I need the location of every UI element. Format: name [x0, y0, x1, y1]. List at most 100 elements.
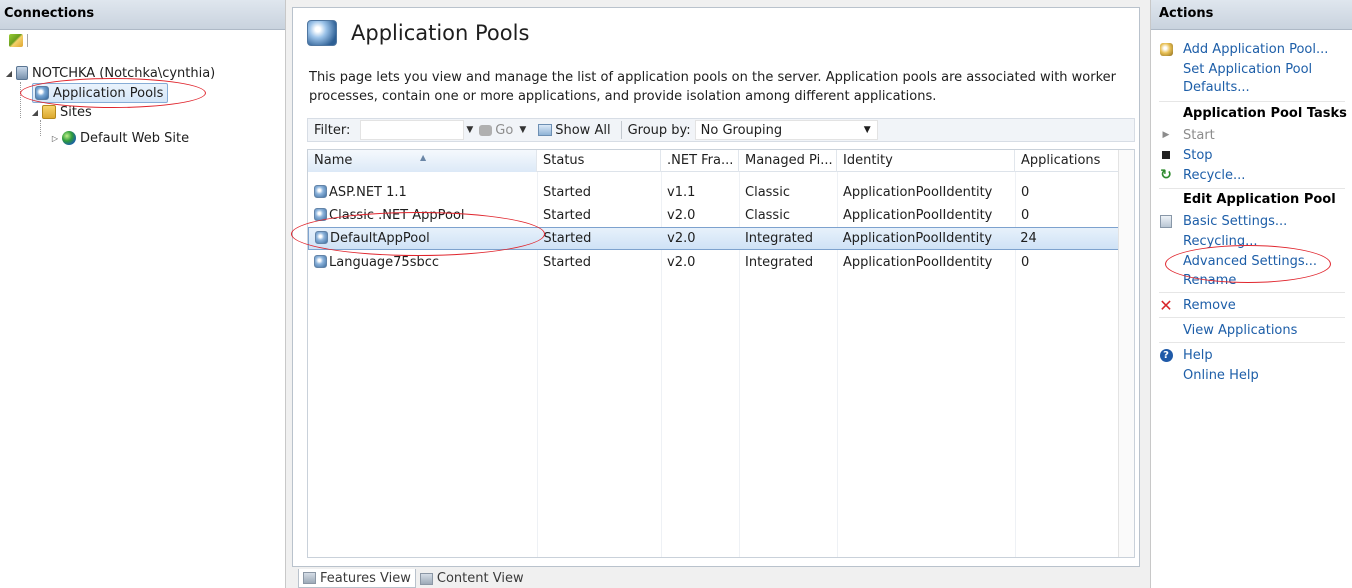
set-application-pool-defaults-link[interactable]: Set Application Pool [1159, 60, 1312, 78]
actions-divider [1159, 292, 1345, 293]
go-dropdown-arrow-icon[interactable]: ▼ [519, 125, 526, 135]
set-application-pool-defaults-link-cont[interactable]: Defaults... [1159, 78, 1250, 96]
online-help-link[interactable]: Online Help [1159, 366, 1259, 384]
add-pool-icon [1159, 42, 1173, 56]
actions-divider [1159, 101, 1345, 102]
binoculars-icon [479, 124, 493, 136]
advanced-settings-link[interactable]: Advanced Settings... [1159, 252, 1317, 270]
tree-connector [40, 120, 41, 136]
tab-features-view[interactable]: Features View [298, 569, 416, 588]
recycling-link[interactable]: Recycling... [1159, 232, 1258, 250]
filter-input[interactable] [360, 120, 465, 140]
cell-name: ASP.NET 1.1 [308, 181, 537, 204]
page-header: Application Pools [307, 20, 529, 46]
cell-applications: 0 [1021, 185, 1030, 200]
tree-node-application-pools[interactable]: Application Pools [32, 83, 169, 103]
basic-settings-link[interactable]: Basic Settings... [1159, 212, 1287, 230]
cell-status: Started [543, 208, 592, 223]
cell-managed-pipeline: Integrated [744, 231, 814, 246]
help-link[interactable]: ? Help [1159, 346, 1213, 364]
cell-identity: ApplicationPoolIdentity [843, 185, 993, 200]
tree-selection: Application Pools [32, 83, 169, 103]
application-pool-icon [314, 185, 327, 198]
show-all-button[interactable]: Show All [538, 122, 611, 138]
edit-application-pool-heading: Edit Application Pool [1183, 192, 1336, 207]
globe-icon [62, 131, 76, 145]
cell-net-framework: v2.0 [667, 255, 696, 270]
application-pool-icon [35, 86, 49, 100]
tree-node-default-web-site[interactable]: ▷ Default Web Site [50, 128, 189, 148]
application-pools-label: Application Pools [53, 85, 164, 101]
sites-label: Sites [60, 104, 92, 120]
tab-content-view[interactable]: Content View [416, 569, 528, 588]
application-pool-icon [315, 231, 328, 244]
rename-link[interactable]: Rename [1159, 271, 1236, 289]
add-application-pool-link[interactable]: Add Application Pool... [1159, 40, 1328, 58]
features-view-icon [303, 572, 316, 584]
view-tabs: Features View Content View [298, 569, 528, 588]
cell-status: Started [543, 231, 592, 246]
cell-net-framework: v2.0 [667, 208, 696, 223]
actions-pane: Actions Add Application Pool... Set Appl… [1150, 0, 1352, 588]
sort-ascending-icon: ▲ [420, 153, 427, 162]
actions-divider [1159, 317, 1345, 318]
server-icon [16, 66, 28, 80]
sites-folder-icon [42, 105, 56, 119]
expand-arrow-icon[interactable]: ▷ [50, 134, 60, 143]
filter-bar: Filter: ▼ Go ▼ Show All Group by: No Gro… [307, 118, 1135, 142]
cell-identity: ApplicationPoolIdentity [842, 231, 993, 246]
page-description: This page lets you view and manage the l… [309, 70, 1117, 104]
application-pools-grid: ▲ Name Status .NET Fra... Managed Pi... … [307, 149, 1135, 558]
recycle-icon: ↻ [1160, 167, 1172, 183]
cell-status: Started [543, 255, 592, 270]
tree-node-sites[interactable]: ◢ Sites [30, 104, 92, 120]
cell-net-framework: v1.1 [667, 185, 696, 200]
actions-divider [1159, 342, 1345, 343]
vertical-scrollbar[interactable] [1118, 150, 1134, 557]
collapse-arrow-icon[interactable]: ◢ [4, 69, 14, 78]
stop-action[interactable]: Stop [1159, 146, 1213, 164]
column-header-identity[interactable]: Identity [837, 150, 1015, 172]
connections-pane: Connections ◢ NOTCHKA (Notchka\cynthia) … [0, 0, 286, 588]
table-row[interactable]: Classic .NET AppPool Started v2.0 Classi… [308, 204, 1120, 227]
show-all-label: Show All [555, 122, 611, 138]
grid-header: ▲ Name Status .NET Fra... Managed Pi... … [308, 150, 1134, 172]
filter-label: Filter: [314, 122, 351, 138]
default-web-site-label: Default Web Site [80, 130, 190, 146]
filter-dropdown-arrow-icon[interactable]: ▼ [466, 125, 473, 135]
column-header-managed-pipeline[interactable]: Managed Pi... [739, 150, 837, 172]
cell-net-framework: v2.0 [667, 231, 696, 246]
application-pools-icon [307, 20, 337, 46]
chevron-down-icon: ▼ [863, 125, 871, 135]
column-header-name[interactable]: ▲ Name [308, 150, 537, 172]
column-header-status[interactable]: Status [537, 150, 661, 172]
cell-name: Classic .NET AppPool [308, 204, 537, 227]
group-by-select[interactable]: No Grouping ▼ [694, 120, 878, 140]
table-row-selected[interactable]: DefaultAppPool Started v2.0 Integrated A… [308, 227, 1120, 250]
table-row[interactable]: ASP.NET 1.1 Started v1.1 Classic Applica… [308, 181, 1120, 204]
page-title: Application Pools [351, 21, 530, 45]
view-applications-link[interactable]: View Applications [1159, 321, 1297, 339]
collapse-arrow-icon[interactable]: ◢ [30, 108, 40, 117]
go-label: Go [495, 122, 514, 138]
cell-identity: ApplicationPoolIdentity [843, 255, 993, 270]
table-row[interactable]: Language75sbcc Started v2.0 Integrated A… [308, 251, 1120, 274]
content-view-icon [419, 572, 433, 585]
cell-applications: 24 [1020, 231, 1037, 246]
settings-sheet-icon [1159, 214, 1173, 228]
cell-name: Language75sbcc [308, 251, 537, 274]
group-by-value: No Grouping [700, 122, 783, 138]
actions-divider [1159, 188, 1345, 189]
create-connection-icon[interactable] [9, 33, 23, 47]
column-header-applications[interactable]: Applications [1015, 150, 1120, 172]
main-content: Application Pools This page lets you vie… [291, 7, 1140, 567]
go-button[interactable]: Go ▼ [479, 123, 532, 138]
column-header-net-framework[interactable]: .NET Fra... [661, 150, 739, 172]
application-pool-icon [314, 208, 327, 221]
recycle-action[interactable]: ↻ Recycle... [1159, 166, 1245, 184]
server-label: NOTCHKA (Notchka\cynthia) [32, 65, 216, 81]
remove-link[interactable]: ✕ Remove [1159, 296, 1235, 315]
cell-applications: 0 [1021, 255, 1030, 270]
tree-node-server[interactable]: ◢ NOTCHKA (Notchka\cynthia) [4, 63, 215, 83]
start-action: ▶ Start [1159, 126, 1215, 144]
